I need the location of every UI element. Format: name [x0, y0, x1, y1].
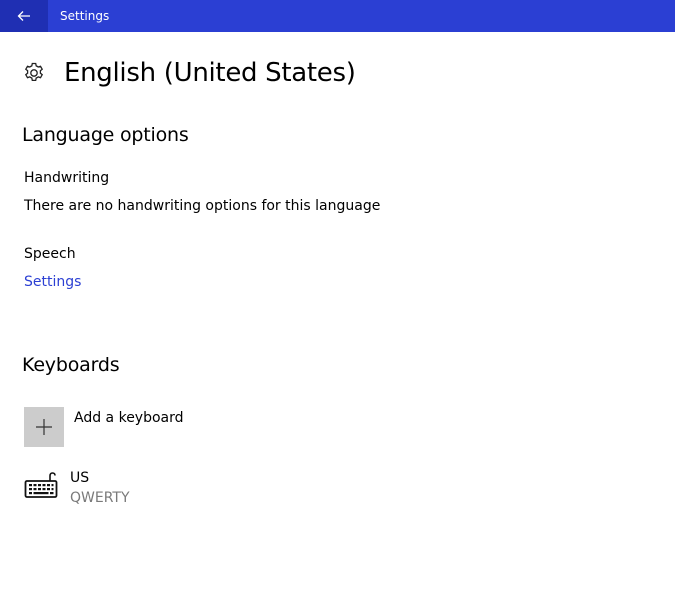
- language-options-heading: Language options: [22, 124, 189, 146]
- add-keyboard-button[interactable]: Add a keyboard: [24, 407, 324, 447]
- keyboards-heading: Keyboards: [22, 354, 120, 376]
- back-button[interactable]: [0, 0, 48, 32]
- speech-label: Speech: [24, 246, 76, 262]
- keyboard-name: US: [70, 470, 90, 486]
- keyboard-item-us[interactable]: US QWERTY: [24, 466, 324, 508]
- handwriting-label: Handwriting: [24, 170, 110, 186]
- plus-icon: [36, 419, 52, 435]
- add-keyboard-label: Add a keyboard: [74, 410, 184, 426]
- handwriting-status-text: There are no handwriting options for thi…: [24, 198, 381, 214]
- keyboard-icon: [24, 472, 58, 498]
- keyboard-layout: QWERTY: [70, 490, 130, 506]
- title-bar: Settings: [0, 0, 675, 32]
- gear-icon: [24, 62, 44, 82]
- window-title: Settings: [60, 9, 110, 23]
- add-keyboard-tile: [24, 407, 64, 447]
- speech-settings-link[interactable]: Settings: [24, 273, 81, 291]
- arrow-left-icon: [17, 11, 30, 21]
- page-title: English (United States): [64, 58, 356, 88]
